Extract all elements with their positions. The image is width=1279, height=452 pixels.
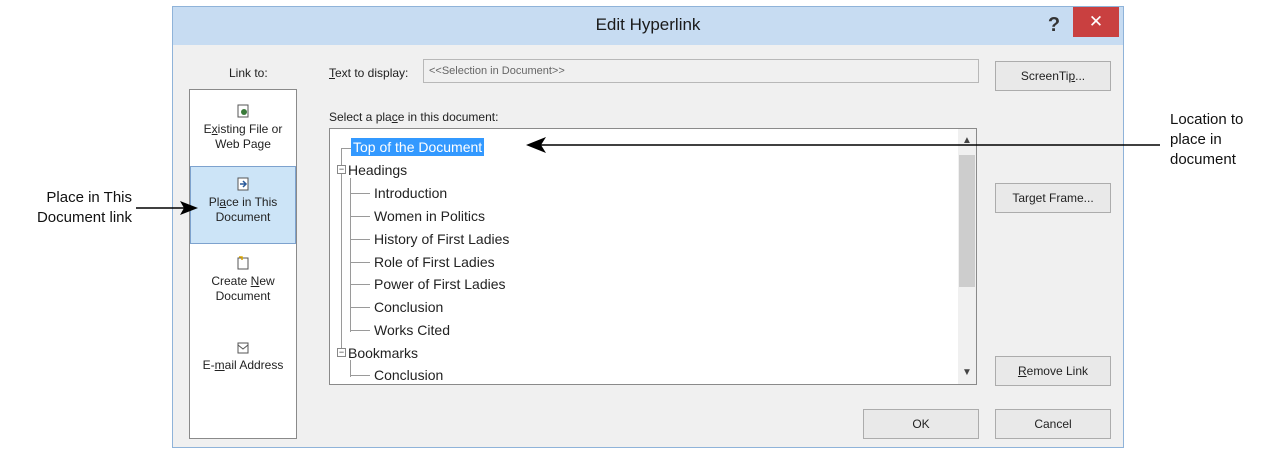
scroll-down-arrow-icon[interactable]: ▼ [958,367,976,378]
tree-line [341,174,342,354]
callout-left-line1: Place in This [46,189,132,206]
remove-link-button[interactable]: Remove Link [995,356,1111,386]
tree-line [350,239,370,240]
scroll-thumb[interactable] [959,155,975,287]
tree-node-heading[interactable]: History of First Ladies [374,230,509,248]
collapse-bookmarks-icon[interactable]: − [337,348,346,357]
tree-line [350,262,370,263]
scroll-up-arrow-icon[interactable]: ▲ [958,135,976,146]
tree-line [350,193,370,194]
callout-location: Location to place in document [1170,110,1243,170]
select-place-label: Select a place in this document: [329,110,499,124]
link-existing-file[interactable]: Existing File or Web Page [190,104,296,162]
callout-right-line3: document [1170,151,1236,168]
tree-line [350,284,370,285]
tree-line [350,178,351,332]
tree-line [350,216,370,217]
tree-node-heading[interactable]: Women in Politics [374,207,485,225]
tree-node-heading[interactable]: Conclusion [374,298,443,316]
email-icon [190,340,296,356]
tree-node-heading[interactable]: Role of First Ladies [374,253,495,271]
text-to-display-input[interactable] [423,59,979,83]
callout-place-in-document: Place in This Document link [8,188,132,228]
link-create-new-document[interactable]: Create New Document [190,256,296,314]
document-globe-icon [190,104,296,120]
tree-node-heading[interactable]: Introduction [374,184,447,202]
callout-right-line2: place in [1170,131,1222,148]
collapse-headings-icon[interactable]: − [337,165,346,174]
tree-node-heading[interactable]: Power of First Ladies [374,275,506,293]
close-button[interactable]: ✕ [1073,7,1119,37]
tree-node-headings[interactable]: Headings [348,161,407,179]
link-to-panel: Existing File or Web Page Place in This … [189,89,297,439]
tree-node-heading[interactable]: Works Cited [374,321,450,339]
tree-node-bookmark[interactable]: Conclusion [374,366,443,384]
callout-right-line1: Location to [1170,111,1244,128]
title-bar[interactable]: Edit Hyperlink ? ✕ [173,7,1123,45]
tree-line [350,375,370,376]
callout-left-line2: Document link [36,209,132,226]
target-frame-button[interactable]: Target Frame... [995,183,1111,213]
link-email-address[interactable]: E-mail Address [190,340,296,380]
tree-node-top-of-document[interactable]: Top of the Document [351,138,485,156]
edit-hyperlink-dialog: Edit Hyperlink ? ✕ Link to: Existing Fil… [172,6,1124,448]
tree-node-bookmarks[interactable]: Bookmarks [348,344,418,362]
screentip-button[interactable]: ScreenTip... [995,61,1111,91]
tree-scrollbar[interactable]: ▲ ▼ [958,129,976,384]
link-to-label: Link to: [229,66,268,80]
ok-button[interactable]: OK [863,409,979,439]
tree-line [350,307,370,308]
help-button[interactable]: ? [1039,11,1069,39]
dialog-title: Edit Hyperlink [595,15,701,34]
tree-line [350,330,370,331]
document-place-tree[interactable]: Top of the Document − Headings Introduct… [329,128,977,385]
cancel-button[interactable]: Cancel [995,409,1111,439]
text-to-display-label: Text to display: [329,66,409,80]
new-document-icon [190,256,296,272]
document-place-icon [191,177,295,193]
link-place-in-document[interactable]: Place in This Document [190,166,296,244]
